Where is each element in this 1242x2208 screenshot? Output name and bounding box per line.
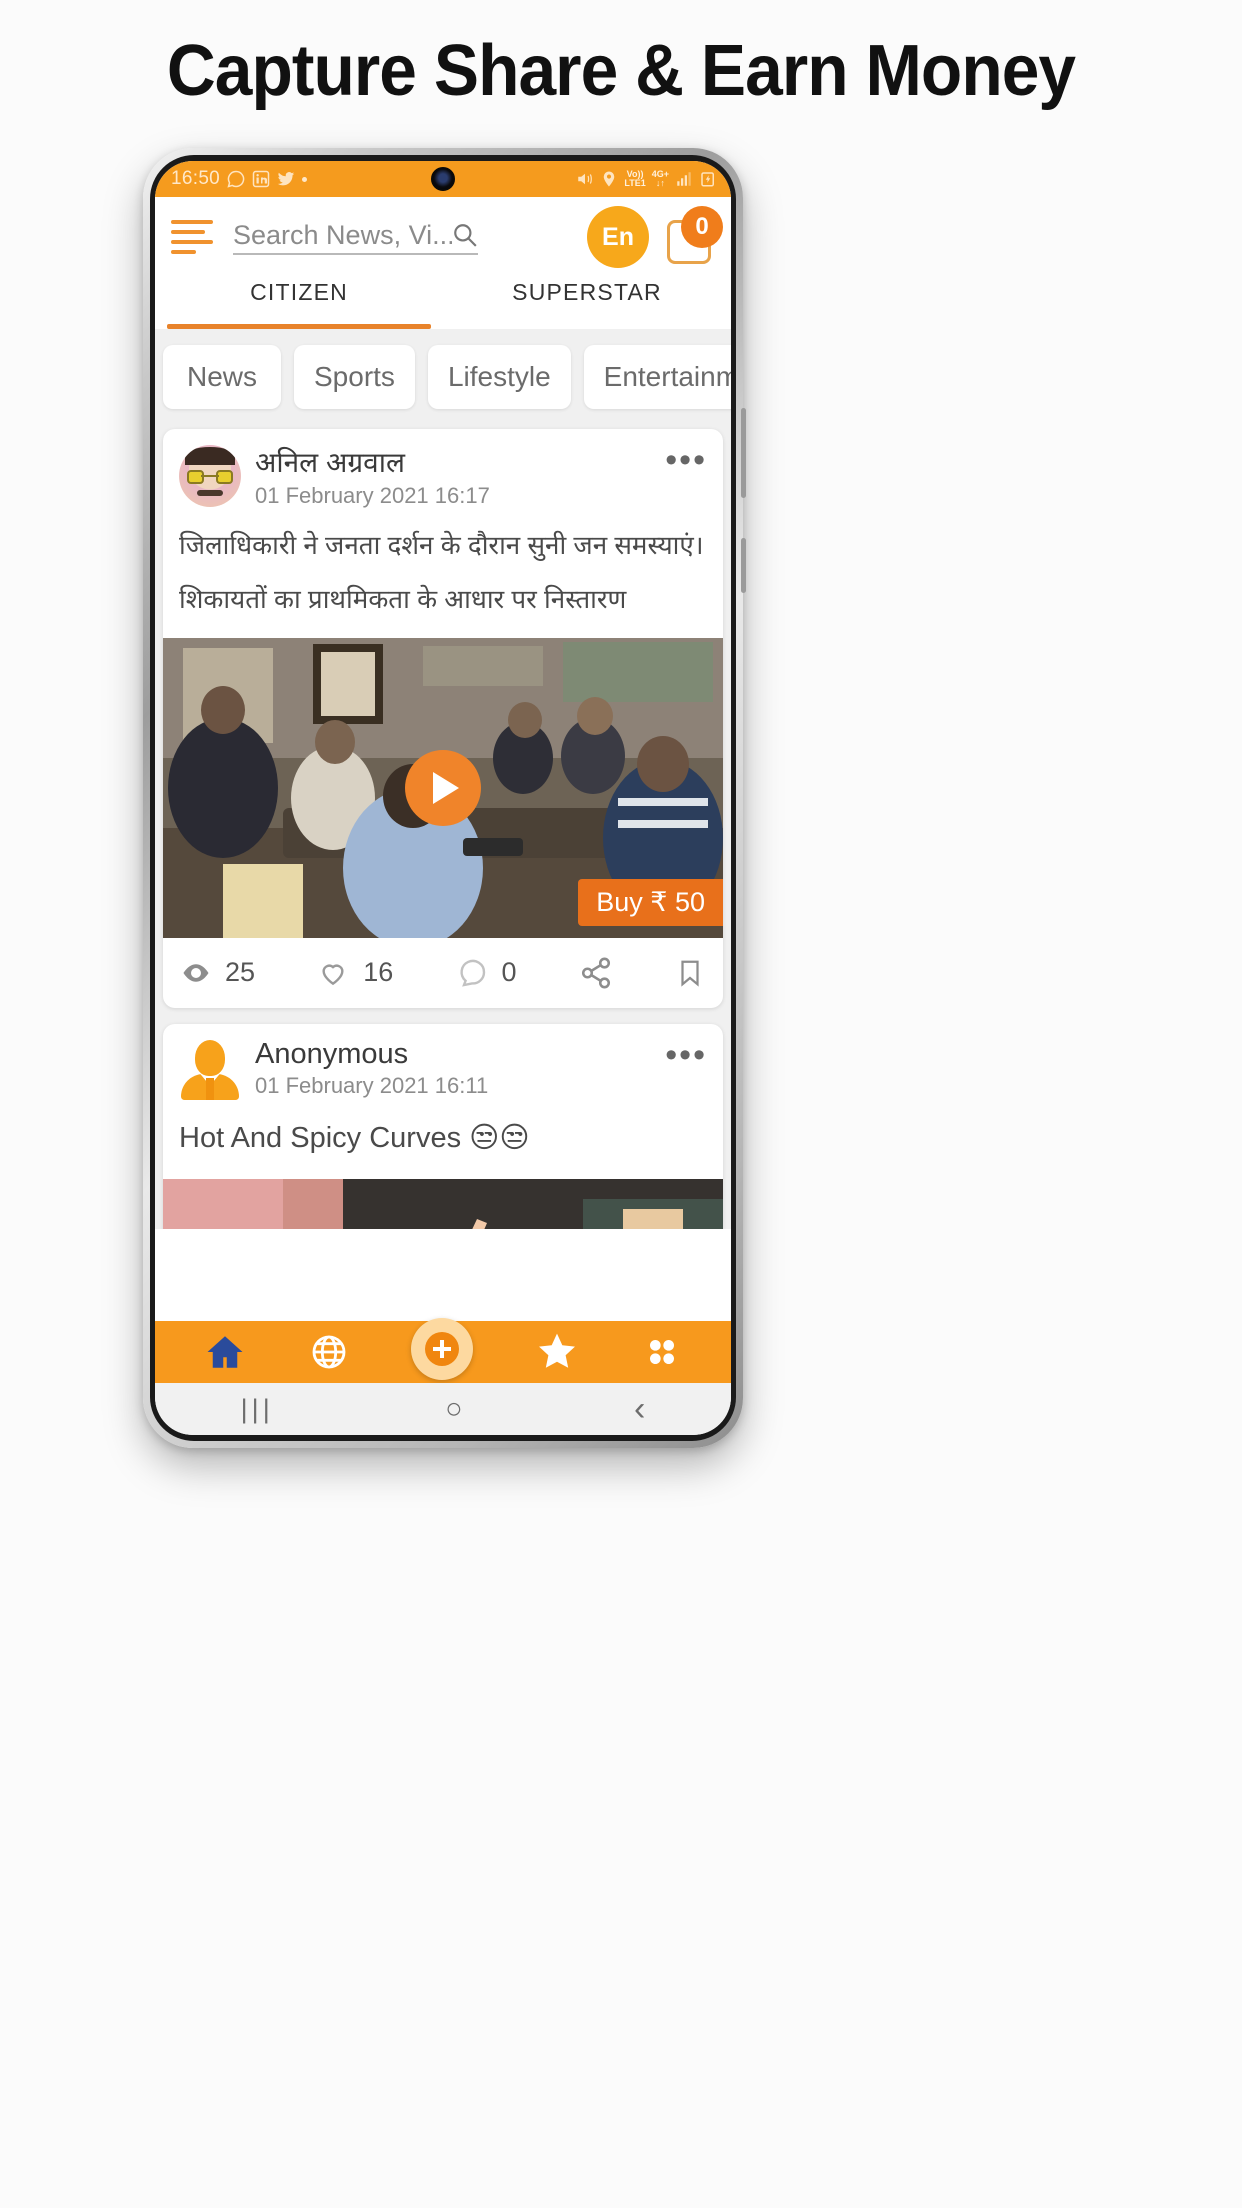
android-nav-bar: ||| ○ ‹ — [155, 1383, 731, 1435]
post-card[interactable]: Anonymous 01 February 2021 16:11 ••• Hot… — [163, 1023, 723, 1229]
mute-vibrate-icon — [578, 173, 593, 185]
search-placeholder: Search News, Vi... — [233, 219, 452, 250]
comment-icon — [459, 959, 485, 987]
more-options-icon[interactable]: ••• — [665, 1038, 707, 1072]
page-title: Capture Share & Earn Money — [166, 31, 1076, 111]
post-header: अनिल अग्रवाल 01 February 2021 16:17 ••• — [163, 429, 723, 519]
notification-dot-icon — [302, 176, 308, 182]
bottom-nav — [155, 1318, 731, 1383]
language-button[interactable]: En — [587, 206, 649, 268]
cart-count-badge: 0 — [681, 206, 723, 248]
status-bar-right: Vo)) LTE1 4G+ ↓↑ — [576, 168, 717, 189]
buy-button[interactable]: Buy ₹ 50 — [578, 878, 723, 926]
battery-icon — [701, 172, 714, 187]
comments-stat[interactable]: 0 — [456, 957, 517, 989]
screenshot-root: Capture Share & Earn Money 16:50 Vo)) LT… — [0, 0, 1242, 2208]
more-options-icon[interactable]: ••• — [665, 443, 707, 477]
feed[interactable]: News Sports Lifestyle Entertainme अनिल — [155, 329, 731, 1229]
recents-icon[interactable]: ||| — [241, 1394, 274, 1425]
network-icon: 4G+ ↓↑ — [651, 168, 669, 188]
category-chip-entertainment[interactable]: Entertainme — [583, 345, 731, 409]
linkedin-icon — [252, 170, 270, 188]
heart-icon — [322, 964, 344, 985]
post-timestamp: 01 February 2021 16:17 — [255, 483, 490, 508]
post-body: जिलाधिकारी ने जनता दर्शन के दौरान सुनी ज… — [163, 519, 723, 638]
post-text-line: जिलाधिकारी ने जनता दर्शन के दौरान सुनी ज… — [179, 530, 704, 560]
post-header: Anonymous 01 February 2021 16:11 ••• — [163, 1024, 723, 1110]
post-timestamp: 01 February 2021 16:11 — [255, 1073, 489, 1099]
bookmark-icon[interactable] — [675, 958, 705, 988]
phone-frame: 16:50 Vo)) LTE1 4G+ ↓↑ Search News, Vi..… — [143, 148, 746, 1448]
post-author: Anonymous — [255, 1038, 409, 1071]
post-author: अनिल अग्रवाल — [255, 447, 405, 478]
status-bar: 16:50 Vo)) LTE1 4G+ ↓↑ — [155, 161, 731, 197]
signal-icon — [677, 172, 691, 186]
camera-punch-hole — [431, 167, 455, 191]
whatsapp-icon — [227, 170, 245, 188]
volume-button[interactable] — [741, 408, 746, 498]
share-icon[interactable] — [579, 956, 613, 990]
globe-icon[interactable] — [309, 1332, 349, 1372]
location-icon — [604, 171, 615, 187]
post-media-video[interactable]: Buy ₹ 50 — [163, 637, 723, 938]
power-button[interactable] — [741, 538, 746, 593]
add-post-icon[interactable] — [410, 1318, 473, 1380]
category-chip-news[interactable]: News — [163, 345, 281, 409]
views-count: 25 — [225, 957, 256, 988]
post-text-line: शिकायतों का प्राथमिकता के आधार पर निस्ता… — [179, 584, 627, 615]
tab-superstar[interactable]: SUPERSTAR — [443, 277, 731, 329]
status-time: 16:50 — [171, 168, 221, 189]
status-bar-left: 16:50 — [171, 168, 308, 190]
likes-count: 16 — [363, 957, 394, 988]
back-icon[interactable]: ‹ — [634, 1390, 645, 1429]
phone-screen: 16:50 Vo)) LTE1 4G+ ↓↑ Search News, Vi..… — [155, 161, 731, 1435]
category-chip-lifestyle[interactable]: Lifestyle — [427, 345, 571, 409]
grid-menu-icon[interactable] — [642, 1332, 682, 1372]
eye-icon — [183, 963, 209, 982]
home-icon[interactable]: ○ — [445, 1393, 463, 1426]
home-icon[interactable] — [204, 1331, 246, 1373]
star-icon[interactable] — [535, 1330, 579, 1374]
category-chip-sports[interactable]: Sports — [294, 345, 415, 409]
category-chip-list[interactable]: News Sports Lifestyle Entertainme — [155, 339, 731, 423]
views-stat[interactable]: 25 — [181, 957, 255, 988]
hamburger-icon[interactable] — [171, 220, 215, 254]
app-bar: Search News, Vi... En 0 — [155, 197, 731, 277]
post-media-image[interactable] — [163, 1178, 723, 1229]
post-actions: 25 16 0 — [163, 938, 723, 1008]
play-icon[interactable] — [405, 749, 481, 826]
avatar[interactable] — [179, 1038, 241, 1100]
likes-stat[interactable]: 16 — [317, 957, 393, 989]
post-text-line: Hot And Spicy Curves 😒😒 — [179, 1121, 530, 1154]
avatar[interactable] — [179, 445, 241, 507]
phone-bezel: 16:50 Vo)) LTE1 4G+ ↓↑ Search News, Vi..… — [150, 155, 736, 1441]
volte-icon: Vo)) LTE1 — [624, 168, 646, 188]
comments-count: 0 — [501, 957, 517, 988]
twitter-icon — [277, 172, 295, 186]
cart-button[interactable]: 0 — [665, 206, 723, 268]
post-body: Hot And Spicy Curves 😒😒 — [163, 1110, 723, 1179]
image-thumbnail — [163, 1178, 723, 1229]
post-card[interactable]: अनिल अग्रवाल 01 February 2021 16:17 ••• … — [163, 429, 723, 1008]
search-icon[interactable] — [452, 222, 478, 248]
tab-bar: CITIZEN SUPERSTAR — [155, 277, 731, 329]
search-input[interactable]: Search News, Vi... — [233, 220, 478, 255]
tab-citizen[interactable]: CITIZEN — [155, 277, 443, 329]
